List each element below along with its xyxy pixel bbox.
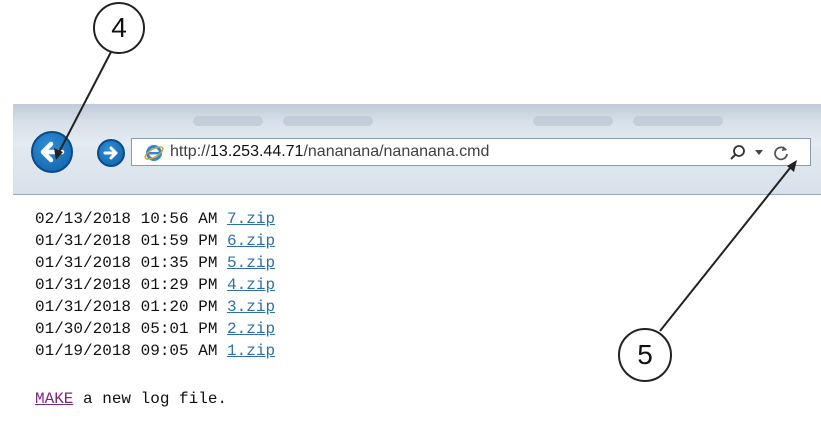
- back-button[interactable]: [31, 131, 73, 173]
- listing-time: 01:35 PM: [140, 254, 218, 272]
- blurred-tab: [283, 116, 373, 126]
- listing-row: 02/13/2018 10:56 AM 7.zip: [35, 208, 275, 230]
- listing-row: 01/31/2018 01:59 PM 6.zip: [35, 230, 275, 252]
- forward-arrow-icon: [103, 146, 118, 160]
- internet-explorer-icon: [144, 145, 164, 161]
- listing-time: 09:05 AM: [140, 342, 218, 360]
- listing-date: 01/30/2018: [35, 320, 132, 338]
- make-text: a new log file.: [73, 390, 228, 408]
- listing-date: 01/31/2018: [35, 276, 132, 294]
- browser-window: http://13.253.44.71/nananana/nananana.cm…: [13, 104, 821, 444]
- url-path: /nananana/nananana.cmd: [303, 143, 490, 160]
- make-link[interactable]: MAKE: [35, 390, 73, 408]
- refresh-icon[interactable]: [772, 144, 790, 162]
- listing-date: 01/31/2018: [35, 298, 132, 316]
- url-text[interactable]: http://13.253.44.71/nananana/nananana.cm…: [170, 143, 489, 161]
- file-link[interactable]: 3.zip: [227, 298, 275, 316]
- search-icon[interactable]: [729, 144, 747, 162]
- directory-listing: 02/13/2018 10:56 AM 7.zip 01/31/2018 01:…: [35, 208, 275, 410]
- forward-button[interactable]: [97, 139, 125, 167]
- file-link[interactable]: 1.zip: [227, 342, 275, 360]
- listing-time: 01:59 PM: [140, 232, 218, 250]
- url-host: 13.253.44.71: [210, 143, 304, 160]
- callout-5: 5: [618, 328, 672, 382]
- listing-time: 01:20 PM: [140, 298, 218, 316]
- listing-time: 01:29 PM: [140, 276, 218, 294]
- listing-date: 01/31/2018: [35, 232, 132, 250]
- file-link[interactable]: 2.zip: [227, 320, 275, 338]
- file-link[interactable]: 6.zip: [227, 232, 275, 250]
- callout-4: 4: [93, 2, 145, 54]
- listing-date: 01/31/2018: [35, 254, 132, 272]
- listing-time: 05:01 PM: [140, 320, 218, 338]
- listing-row: 01/31/2018 01:35 PM 5.zip: [35, 252, 275, 274]
- file-link[interactable]: 4.zip: [227, 276, 275, 294]
- listing-row: 01/30/2018 05:01 PM 2.zip: [35, 318, 275, 340]
- back-arrow-icon: [40, 141, 65, 163]
- address-bar[interactable]: http://13.253.44.71/nananana/nananana.cm…: [131, 138, 811, 166]
- listing-row: 01/19/2018 09:05 AM 1.zip: [35, 340, 275, 362]
- make-log-line: MAKE a new log file.: [35, 388, 275, 410]
- file-link[interactable]: 5.zip: [227, 254, 275, 272]
- listing-date: 02/13/2018: [35, 210, 132, 228]
- listing-date: 01/19/2018: [35, 342, 132, 360]
- listing-time: 10:56 AM: [140, 210, 218, 228]
- blurred-tab: [193, 116, 263, 126]
- listing-row: 01/31/2018 01:29 PM 4.zip: [35, 274, 275, 296]
- url-prefix: http://: [170, 143, 211, 160]
- blurred-tab: [633, 116, 723, 126]
- chevron-down-icon[interactable]: [755, 150, 763, 156]
- file-link[interactable]: 7.zip: [227, 210, 275, 228]
- blurred-tab: [533, 116, 613, 126]
- listing-row: 01/31/2018 01:20 PM 3.zip: [35, 296, 275, 318]
